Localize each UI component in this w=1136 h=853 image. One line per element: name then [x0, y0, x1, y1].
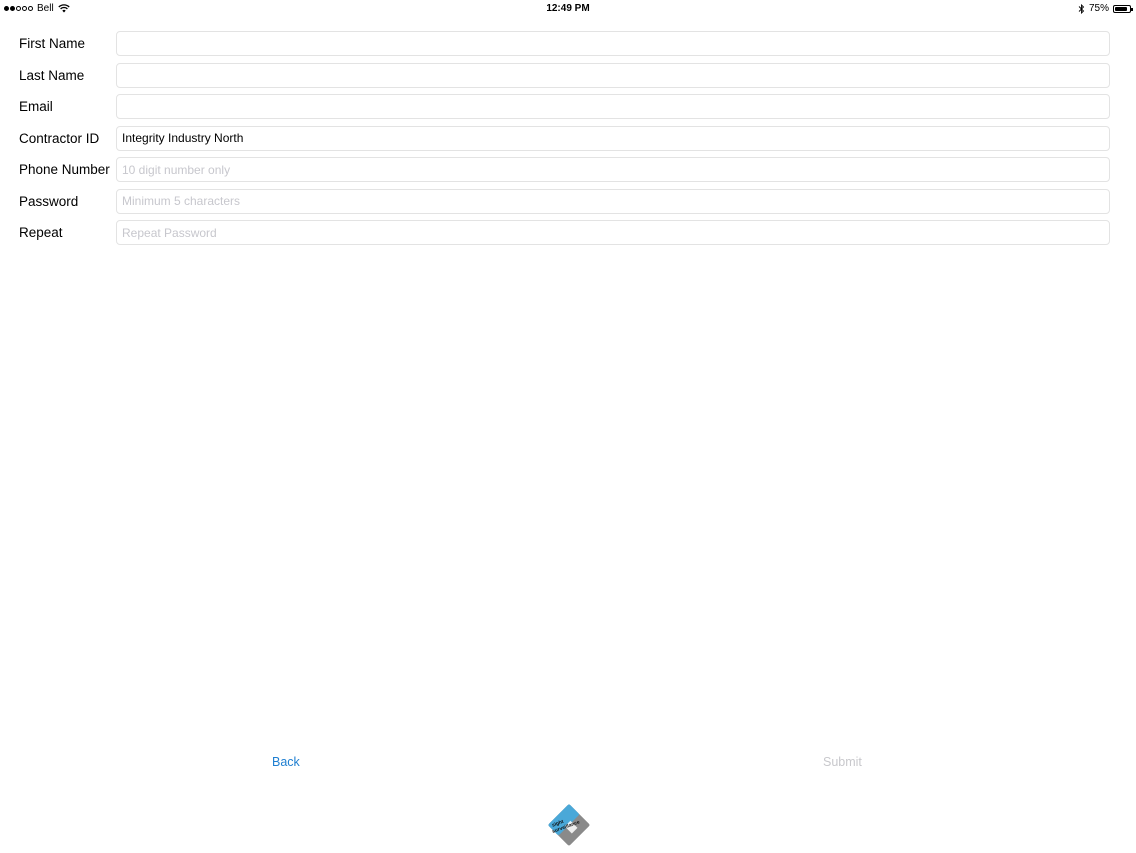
password-field[interactable] — [116, 188, 1110, 214]
contractor-id-label: Contractor ID — [19, 130, 100, 146]
submit-button[interactable]: Submit — [823, 755, 862, 769]
status-bar: Bell 12:49 PM 75% — [0, 0, 1136, 18]
last-name-row: Last Name — [0, 62, 1136, 89]
battery-icon — [1113, 4, 1133, 13]
password-row: Password — [0, 188, 1136, 215]
contractor-id-field[interactable] — [116, 125, 1110, 151]
first-name-field[interactable] — [116, 31, 1110, 56]
repeat-password-field[interactable] — [116, 220, 1110, 245]
password-label: Password — [19, 193, 79, 209]
first-name-row: First Name — [0, 31, 1136, 57]
sight-surveillance-logo: sight surveillance — [548, 804, 590, 846]
bluetooth-icon — [1078, 3, 1085, 14]
email-field[interactable] — [116, 94, 1110, 119]
last-name-field[interactable] — [116, 62, 1110, 88]
phone-number-row: Phone Number — [0, 157, 1136, 183]
first-name-label: First Name — [19, 36, 86, 51]
back-button[interactable]: Back — [272, 755, 300, 769]
email-label: Email — [19, 99, 53, 114]
phone-number-label: Phone Number — [19, 162, 110, 177]
status-right: 75% — [1078, 3, 1133, 14]
contractor-id-row: Contractor ID — [0, 125, 1136, 152]
email-row: Email — [0, 94, 1136, 120]
battery-percent: 75% — [1088, 3, 1109, 14]
phone-number-field[interactable] — [116, 157, 1110, 182]
status-time: 12:49 PM — [546, 3, 590, 14]
repeat-password-label: Repeat — [19, 225, 63, 240]
repeat-password-row: Repeat — [0, 220, 1136, 246]
last-name-label: Last Name — [19, 67, 85, 83]
